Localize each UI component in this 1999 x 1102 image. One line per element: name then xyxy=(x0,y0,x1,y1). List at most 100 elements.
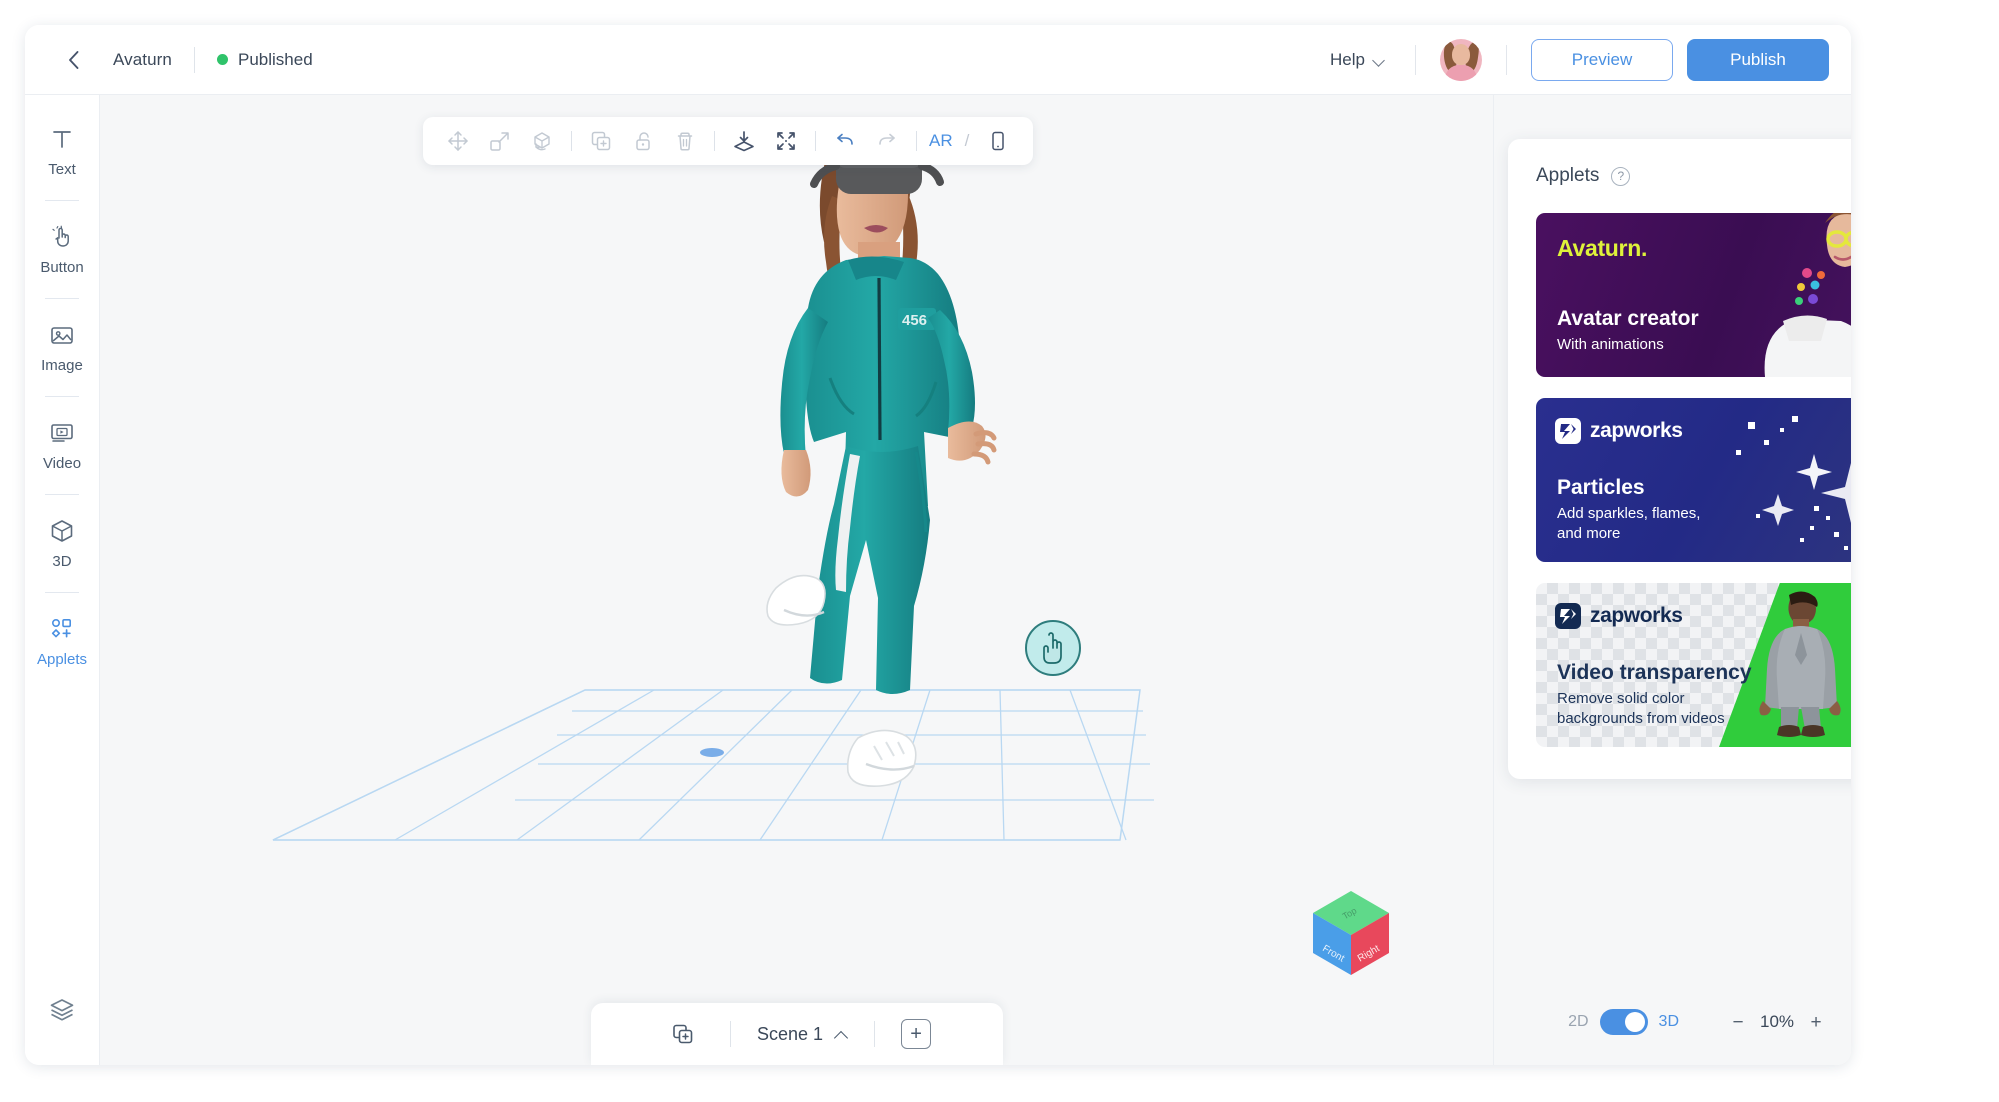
applet-text-avatar: Avatar creator With animations xyxy=(1557,307,1699,355)
button-icon xyxy=(50,223,74,251)
applet-subtitle-particles: Add sparkles, flames, and more xyxy=(1557,504,1700,545)
scene-origin-dot xyxy=(700,748,724,757)
text-icon xyxy=(50,125,74,153)
sidebar-label-applets: Applets xyxy=(37,651,87,668)
applet-subtitle-video: Remove solid color backgrounds from vide… xyxy=(1557,689,1752,730)
toolbar-divider-4 xyxy=(916,131,917,151)
sidebar-item-text[interactable]: Text xyxy=(25,119,99,184)
drop-to-floor-button[interactable] xyxy=(723,121,765,161)
sidebar-divider-3 xyxy=(45,396,79,397)
phone-icon xyxy=(987,130,1009,152)
duplicate-icon xyxy=(590,130,612,152)
redo-arrow-icon xyxy=(876,130,898,152)
ar-mode-button[interactable]: AR xyxy=(925,131,957,151)
sidebar-item-3d[interactable]: 3D xyxy=(25,511,99,576)
help-menu[interactable]: Help xyxy=(1324,46,1391,74)
applet-art-avatar xyxy=(1709,213,1851,377)
device-preview-button[interactable] xyxy=(977,121,1019,161)
sidebar-divider-1 xyxy=(45,200,79,201)
object-toolbar: AR / xyxy=(423,117,1033,165)
svg-text:456: 456 xyxy=(902,312,927,329)
duplicate-scene-button[interactable] xyxy=(662,1015,704,1053)
cube-icon xyxy=(49,517,75,545)
sidebar-item-button[interactable]: Button xyxy=(25,217,99,282)
move-tool-button[interactable] xyxy=(437,121,479,161)
scenebar-divider-2 xyxy=(874,1021,875,1047)
toolbar-divider-2 xyxy=(714,131,715,151)
video-icon xyxy=(49,419,75,447)
preview-button[interactable]: Preview xyxy=(1531,39,1673,81)
applet-title-particles: Particles xyxy=(1557,476,1700,500)
avatar-3d-model[interactable]: 456 xyxy=(740,110,1040,810)
applet-subtitle-avatar: With animations xyxy=(1557,335,1699,355)
applet-text-video: Video transparency Remove solid color ba… xyxy=(1557,661,1752,730)
rotate-cube-icon xyxy=(531,130,553,152)
toolbar-divider-3 xyxy=(815,131,816,151)
image-icon xyxy=(49,321,75,349)
header-divider-1 xyxy=(194,47,195,73)
label-3d: 3D xyxy=(1659,1013,1679,1031)
fit-to-view-icon xyxy=(775,130,797,152)
sidebar-item-image[interactable]: Image xyxy=(25,315,99,380)
view-cube[interactable]: Top Front Right xyxy=(1301,883,1401,983)
chevron-up-icon xyxy=(835,1030,848,1039)
fit-to-view-button[interactable] xyxy=(765,121,807,161)
dimension-toggle[interactable] xyxy=(1600,1009,1648,1035)
toggle-knob xyxy=(1625,1012,1645,1032)
sidebar-item-applets[interactable]: Applets xyxy=(25,609,99,674)
applet-brand-zapworks-2: zapworks xyxy=(1555,603,1683,629)
lock-open-icon xyxy=(632,130,654,152)
undo-button[interactable] xyxy=(824,121,866,161)
zoom-out-button[interactable]: − xyxy=(1725,1009,1751,1035)
duplicate-tool-button[interactable] xyxy=(580,121,622,161)
scene-canvas[interactable]: 456 xyxy=(100,95,1493,1065)
add-scene-button[interactable]: + xyxy=(901,1019,931,1049)
applet-art-particles xyxy=(1714,398,1851,562)
rotate-tool-button[interactable] xyxy=(521,121,563,161)
applet-card-video-transparency[interactable]: zapworks Video transparency Remove solid… xyxy=(1536,583,1851,747)
scene-bar: Scene 1 + xyxy=(591,1003,1003,1065)
sidebar-item-video[interactable]: Video xyxy=(25,413,99,478)
applets-icon xyxy=(49,615,75,643)
view-controls: 2D 3D − 10% + xyxy=(1568,1009,1829,1035)
chevron-down-icon xyxy=(1374,56,1385,63)
app-header: Avaturn Published Help Preview Publish xyxy=(25,25,1851,95)
move-arrows-icon xyxy=(447,130,469,152)
status-dot-icon xyxy=(217,54,228,65)
applet-text-particles: Particles Add sparkles, flames, and more xyxy=(1557,476,1700,545)
question-mark-icon[interactable]: ? xyxy=(1611,167,1630,186)
sidebar-divider-5 xyxy=(45,592,79,593)
publish-button[interactable]: Publish xyxy=(1687,39,1829,81)
redo-button[interactable] xyxy=(866,121,908,161)
layers-button[interactable] xyxy=(48,996,76,1029)
scale-tool-button[interactable] xyxy=(479,121,521,161)
status-badge: Published xyxy=(217,50,313,70)
sidebar-divider-4 xyxy=(45,494,79,495)
trash-icon xyxy=(674,130,696,152)
applets-panel-title: Applets xyxy=(1536,165,1599,187)
lock-tool-button[interactable] xyxy=(622,121,664,161)
sidebar-label-3d: 3D xyxy=(52,553,71,570)
applet-art-person xyxy=(1745,589,1851,741)
label-2d: 2D xyxy=(1568,1013,1588,1031)
user-avatar[interactable] xyxy=(1440,39,1482,81)
sidebar-divider-2 xyxy=(45,298,79,299)
zoom-level-value: 10% xyxy=(1751,1012,1803,1032)
duplicate-scene-icon xyxy=(671,1022,695,1046)
status-label: Published xyxy=(238,50,313,70)
applet-brand-avaturn: Avaturn. xyxy=(1557,235,1647,262)
delete-tool-button[interactable] xyxy=(664,121,706,161)
tap-interaction-indicator[interactable] xyxy=(1025,620,1081,676)
header-right-group: Help Preview Publish xyxy=(1324,39,1829,81)
header-left-group: Avaturn Published xyxy=(59,46,313,74)
applet-title-avatar: Avatar creator xyxy=(1557,307,1699,331)
applet-card-avatar-creator[interactable]: Avaturn. Avatar creator xyxy=(1536,213,1851,377)
back-button[interactable] xyxy=(59,46,87,74)
zapworks-logo-icon-2 xyxy=(1555,603,1581,629)
zoom-in-button[interactable]: + xyxy=(1803,1009,1829,1035)
applet-card-particles[interactable]: zapworks Particles Add sparkles, flames,… xyxy=(1536,398,1851,562)
project-title: Avaturn xyxy=(113,50,172,70)
scene-selector[interactable]: Scene 1 xyxy=(757,1024,848,1045)
zapworks-logo-icon xyxy=(1555,418,1581,444)
undo-arrow-icon xyxy=(834,130,856,152)
